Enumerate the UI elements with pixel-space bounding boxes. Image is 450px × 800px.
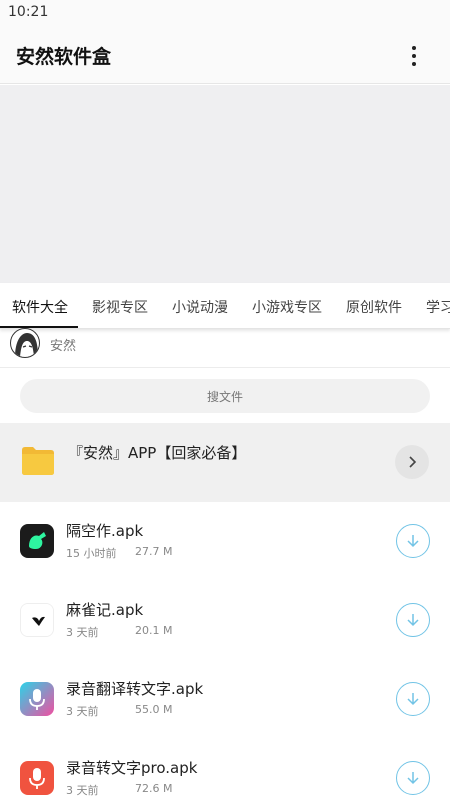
- file-time: 3 天前: [66, 626, 99, 639]
- file-name: 录音转文字pro.apk: [66, 759, 198, 777]
- search-placeholder: 搜文件: [206, 389, 243, 404]
- tab-study[interactable]: 学习: [426, 297, 450, 317]
- author-name: 安然: [50, 339, 77, 354]
- search-input[interactable]: 搜文件: [20, 379, 430, 413]
- file-time: 3 天前: [66, 705, 99, 718]
- tab-indicator: [0, 326, 78, 328]
- folder-icon: [20, 442, 56, 478]
- tab-mini-games[interactable]: 小游戏专区: [252, 297, 322, 317]
- app-title: 安然软件盒: [16, 46, 112, 68]
- file-row[interactable]: 录音翻译转文字.apk 3 天前 55.0 M: [0, 660, 450, 739]
- tab-novel-anime[interactable]: 小说动漫: [172, 297, 228, 317]
- file-name: 录音翻译转文字.apk: [66, 680, 204, 698]
- tab-video[interactable]: 影视专区: [92, 297, 148, 317]
- app-bar: 安然软件盒: [0, 26, 450, 84]
- file-row[interactable]: 麻雀记.apk 3 天前 20.1 M: [0, 581, 450, 660]
- file-name: 麻雀记.apk: [66, 601, 144, 619]
- download-icon[interactable]: [396, 682, 430, 716]
- app-icon-recording-translate: [20, 682, 54, 716]
- status-bar: 10:21: [0, 0, 450, 26]
- tab-original-software[interactable]: 原创软件: [346, 297, 402, 317]
- file-time: 3 天前: [66, 784, 99, 797]
- app-icon-gekongzuo: [20, 524, 54, 558]
- file-size: 55.0 M: [135, 703, 173, 716]
- author-row: 安然: [0, 328, 450, 368]
- app-icon-recording-pro: [20, 761, 54, 795]
- file-size: 27.7 M: [135, 545, 173, 558]
- status-time: 10:21: [8, 4, 49, 20]
- avatar[interactable]: [10, 328, 40, 358]
- download-icon[interactable]: [396, 524, 430, 558]
- file-row[interactable]: 录音转文字pro.apk 3 天前 72.6 M: [0, 739, 450, 800]
- file-size: 72.6 M: [135, 782, 173, 795]
- file-row[interactable]: 隔空作.apk 15 小时前 27.7 M: [0, 502, 450, 581]
- download-icon[interactable]: [396, 603, 430, 637]
- banner-area: [0, 85, 450, 283]
- file-name: 隔空作.apk: [66, 522, 144, 540]
- tab-software-all[interactable]: 软件大全: [12, 297, 68, 317]
- app-icon-maqueji: [20, 603, 54, 637]
- category-tabs: 软件大全 影视专区 小说动漫 小游戏专区 原创软件 学习: [0, 283, 450, 329]
- chevron-right-icon[interactable]: [395, 445, 429, 479]
- folder-row[interactable]: 『安然』APP【回家必备】: [0, 423, 450, 502]
- download-icon[interactable]: [396, 761, 430, 795]
- folder-name: 『安然』APP【回家必备】: [68, 444, 247, 462]
- file-size: 20.1 M: [135, 624, 173, 637]
- file-time: 15 小时前: [66, 547, 117, 560]
- more-vert-icon[interactable]: [402, 44, 426, 68]
